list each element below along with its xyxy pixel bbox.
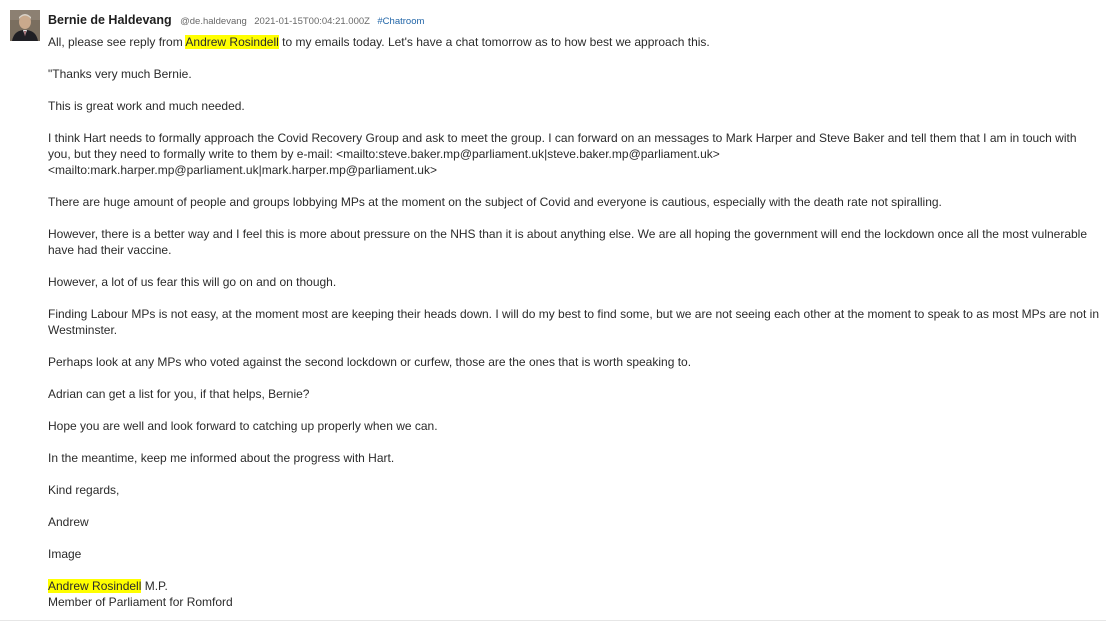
message-body: All, please see reply from Andrew Rosind… — [48, 34, 1100, 610]
paragraph-nhs-pressure: However, there is a better way and I fee… — [48, 227, 1088, 257]
paragraph-covid-recovery-group: I think Hart needs to formally approach … — [48, 131, 1077, 177]
signature-title: Member of Parliament for Romford — [48, 595, 233, 609]
message-timestamp: 2021-01-15T00:04:21.000Z — [254, 16, 370, 27]
paragraph-andrew: Andrew — [48, 515, 89, 529]
paragraph-thanks: "Thanks very much Bernie. — [48, 67, 192, 81]
paragraph-image: Image — [48, 547, 82, 561]
paragraph-voted-against: Perhaps look at any MPs who voted agains… — [48, 355, 692, 369]
signature-name: Andrew Rosindell — [48, 579, 142, 593]
highlighted-name: Andrew Rosindell — [185, 35, 279, 49]
message-header: Bernie de Haldevang @de.haldevang 2021-0… — [48, 12, 424, 28]
channel-link[interactable]: #Chatroom — [377, 16, 424, 27]
intro-paragraph: All, please see reply from Andrew Rosind… — [48, 34, 1100, 50]
paragraph-fear: However, a lot of us fear this will go o… — [48, 275, 337, 289]
author-name[interactable]: Bernie de Haldevang — [48, 13, 172, 27]
avatar[interactable] — [10, 10, 40, 41]
paragraph-meantime: In the meantime, keep me informed about … — [48, 451, 395, 465]
intro-text-before: All, please see reply from — [48, 35, 186, 49]
paragraph-kind-regards: Kind regards, — [48, 483, 120, 497]
author-handle: @de.haldevang — [180, 16, 247, 27]
signature-line: Andrew Rosindell M.P. — [48, 578, 1100, 594]
chat-message: Bernie de Haldevang @de.haldevang 2021-0… — [0, 0, 1106, 621]
paragraph-lobbying: There are huge amount of people and grou… — [48, 195, 942, 209]
intro-text-after: to my emails today. Let's have a chat to… — [278, 35, 710, 49]
paragraph-hope-well: Hope you are well and look forward to ca… — [48, 419, 438, 433]
paragraph-great-work: This is great work and much needed. — [48, 99, 245, 113]
paragraph-labour-mps: Finding Labour MPs is not easy, at the m… — [48, 307, 1099, 337]
paragraph-adrian-list: Adrian can get a list for you, if that h… — [48, 387, 310, 401]
signature-suffix: M.P. — [141, 579, 168, 593]
user-avatar-photo-icon — [10, 10, 40, 41]
